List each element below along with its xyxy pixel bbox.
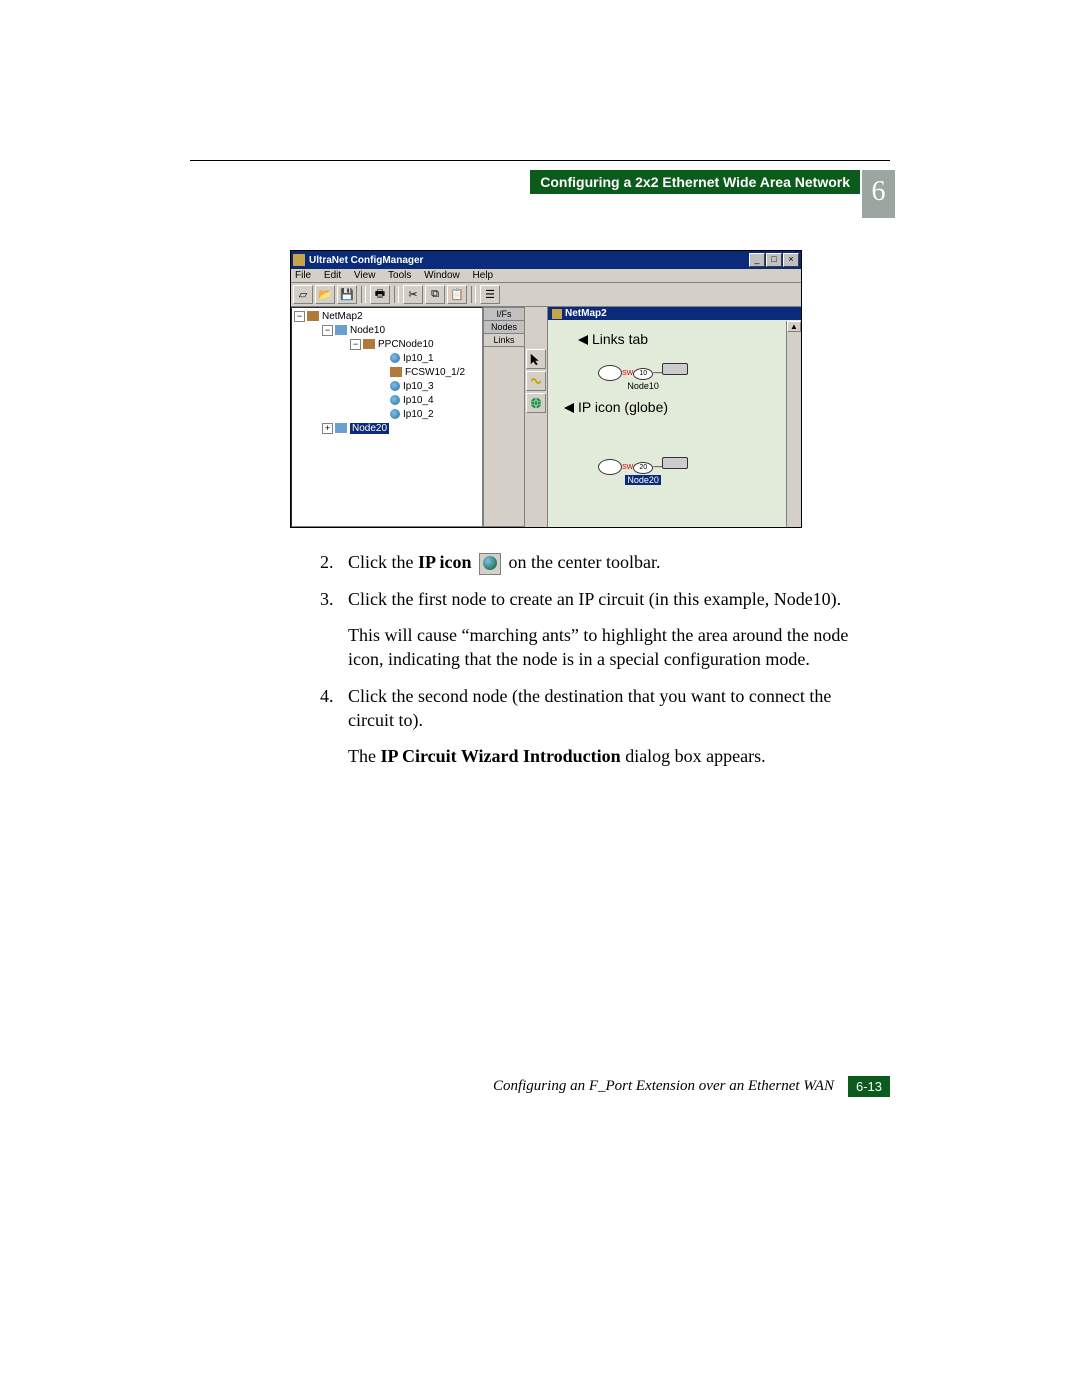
sw-label: SW bbox=[622, 370, 633, 377]
tree-root[interactable]: NetMap2 bbox=[322, 311, 363, 322]
side-tab-column: I/Fs Nodes Links bbox=[483, 307, 525, 527]
device-icon bbox=[662, 457, 688, 469]
header-rule bbox=[190, 160, 890, 161]
ip-port-icon bbox=[390, 381, 400, 391]
expand-icon[interactable]: − bbox=[350, 339, 361, 350]
tab-links[interactable]: Links bbox=[484, 334, 524, 347]
node-icon bbox=[335, 325, 347, 335]
cut-icon[interactable]: ✂ bbox=[403, 285, 423, 304]
arrow-icon bbox=[564, 403, 574, 413]
ip-port-icon bbox=[390, 353, 400, 363]
tree-node20-selected[interactable]: Node20 bbox=[350, 423, 389, 434]
vertical-toolbar bbox=[525, 307, 548, 527]
inline-ip-globe-icon bbox=[479, 553, 501, 575]
menu-window[interactable]: Window bbox=[424, 270, 460, 281]
menu-view[interactable]: View bbox=[354, 270, 376, 281]
canvas-icon bbox=[552, 309, 562, 319]
save-icon[interactable]: 💾 bbox=[337, 285, 357, 304]
footer-text: Configuring an F_Port Extension over an … bbox=[493, 1078, 834, 1095]
new-icon[interactable]: ▱ bbox=[293, 285, 313, 304]
canvas-node10[interactable]: SW10— Node10 bbox=[598, 363, 688, 391]
device-icon bbox=[662, 363, 688, 375]
ip-globe-tool-icon[interactable] bbox=[526, 393, 546, 413]
tree-item[interactable]: FCSW10_1/2 bbox=[405, 367, 465, 378]
canvas-area: NetMap2 Links tab IP icon (globe) SW10— … bbox=[548, 307, 801, 527]
node-icon bbox=[335, 423, 347, 433]
expand-icon[interactable]: − bbox=[322, 325, 333, 336]
tree-item[interactable]: Ip10_2 bbox=[403, 409, 434, 420]
menu-edit[interactable]: Edit bbox=[324, 270, 341, 281]
chapter-number: 6 bbox=[862, 170, 895, 218]
switch-icon: 10 bbox=[633, 368, 653, 380]
tab-ifs[interactable]: I/Fs bbox=[484, 308, 524, 321]
tab-nodes[interactable]: Nodes bbox=[484, 321, 524, 334]
pointer-tool-icon[interactable] bbox=[526, 349, 546, 369]
instruction-text: 2.Click the IP icon on the center toolba… bbox=[320, 550, 855, 781]
arrow-icon bbox=[578, 335, 588, 345]
canvas-node20[interactable]: SW20— Node20 bbox=[598, 457, 688, 485]
config-manager-screenshot: UltraNet ConfigManager _ □ × File Edit V… bbox=[290, 250, 802, 528]
tree-ppcnode[interactable]: PPCNode10 bbox=[378, 339, 434, 350]
main-toolbar: ▱ 📂 💾 🖶 ✂ ⧉ 📋 ☰ bbox=[291, 283, 801, 307]
tree-item[interactable]: Ip10_4 bbox=[403, 395, 434, 406]
tree-panel: − NetMap2 − Node10 − PPCNode10 Ip10_1 FCSW1… bbox=[291, 307, 483, 527]
window-title: UltraNet ConfigManager bbox=[309, 255, 749, 266]
cloud-icon bbox=[598, 459, 622, 475]
ppc-icon bbox=[363, 339, 375, 349]
tree-item[interactable]: Ip10_1 bbox=[403, 353, 434, 364]
canvas-title: NetMap2 bbox=[565, 308, 607, 319]
ip-port-icon bbox=[390, 409, 400, 419]
fc-switch-icon bbox=[390, 367, 402, 377]
tree-node10[interactable]: Node10 bbox=[350, 325, 385, 336]
menu-tools[interactable]: Tools bbox=[388, 270, 411, 281]
expand-icon[interactable]: − bbox=[294, 311, 305, 322]
app-icon bbox=[293, 254, 305, 266]
print-icon[interactable]: 🖶 bbox=[370, 285, 390, 304]
maximize-button[interactable]: □ bbox=[766, 253, 782, 267]
section-header-bar: Configuring a 2x2 Ethernet Wide Area Net… bbox=[530, 170, 860, 194]
page-footer: Configuring an F_Port Extension over an … bbox=[493, 1076, 890, 1097]
node-label-selected: Node20 bbox=[625, 475, 661, 485]
link-tool-icon[interactable] bbox=[526, 371, 546, 391]
vertical-scrollbar[interactable] bbox=[786, 321, 801, 527]
sw-label: SW bbox=[622, 464, 633, 471]
cloud-icon bbox=[598, 365, 622, 381]
expand-icon[interactable]: + bbox=[322, 423, 333, 434]
canvas-titlebar: NetMap2 bbox=[548, 307, 801, 320]
open-icon[interactable]: 📂 bbox=[315, 285, 335, 304]
copy-icon[interactable]: ⧉ bbox=[425, 285, 445, 304]
paste-icon[interactable]: 📋 bbox=[447, 285, 467, 304]
annotation-ip-icon: IP icon (globe) bbox=[564, 399, 668, 415]
tree-item[interactable]: Ip10_3 bbox=[403, 381, 434, 392]
switch-icon: 20 bbox=[633, 462, 653, 474]
close-button[interactable]: × bbox=[783, 253, 799, 267]
window-titlebar: UltraNet ConfigManager _ □ × bbox=[291, 251, 801, 269]
menu-file[interactable]: File bbox=[295, 270, 311, 281]
netmap-icon bbox=[307, 311, 319, 321]
page-number: 6-13 bbox=[848, 1076, 890, 1097]
properties-icon[interactable]: ☰ bbox=[480, 285, 500, 304]
minimize-button[interactable]: _ bbox=[749, 253, 765, 267]
menubar: File Edit View Tools Window Help bbox=[291, 269, 801, 283]
node-label: Node10 bbox=[627, 381, 659, 391]
annotation-links-tab: Links tab bbox=[578, 331, 648, 347]
menu-help[interactable]: Help bbox=[473, 270, 494, 281]
ip-port-icon bbox=[390, 395, 400, 405]
